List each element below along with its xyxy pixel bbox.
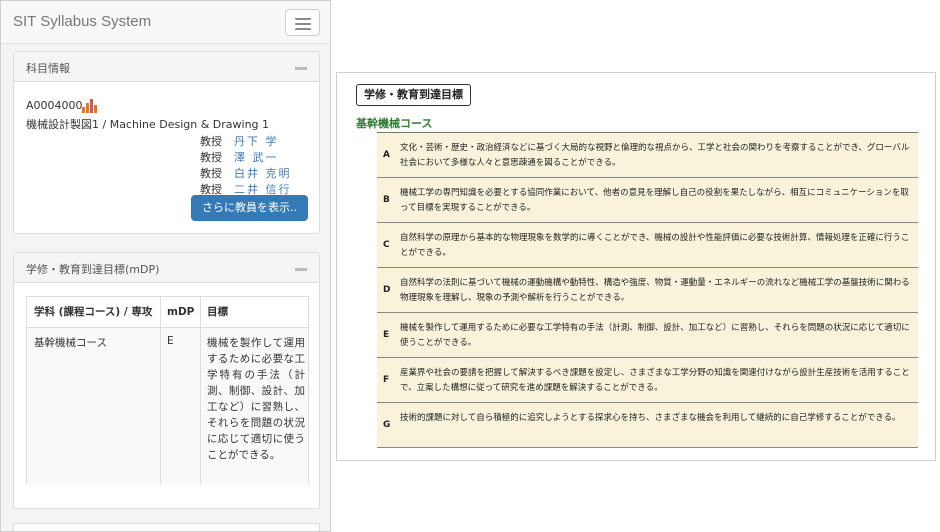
- goal-text: 自然科学の法則に基づいて機械の運動機構や動特性、構造や強度、物質・運動量・エネル…: [400, 278, 910, 303]
- cell-goal: 機械を製作して運用するために必要な工学特有の手法（計測、制御、設計、加工など）に…: [207, 337, 305, 461]
- goal-list-table: A 文化・芸術・歴史・政治経済などに基づく大局的な視野と倫理的な視点から、工学と…: [377, 132, 918, 448]
- course-info-panel: 科目情報 A0004000 機械設計製図1 / Machine Design &…: [13, 51, 320, 234]
- table-divider: [160, 297, 161, 485]
- goal-row: D 自然科学の法則に基づいて機械の運動機構や動特性、構造や強度、物質・運動量・エ…: [377, 268, 918, 313]
- panel-title: 科目情報: [26, 62, 70, 75]
- goal-row: E 機械を製作して運用するために必要な工学特有の手法（計測、制御、設計、加工など…: [377, 313, 918, 358]
- instructor-rank: 教授: [200, 151, 222, 164]
- collapse-icon[interactable]: [295, 268, 307, 271]
- panel-header[interactable]: 学修・教育到達目標(mDP): [14, 253, 319, 283]
- goal-row: C 自然科学の原理から基本的な物理現象を数学的に導くことができ、機械の設計や性能…: [377, 223, 918, 268]
- brand-title[interactable]: SIT Syllabus System: [13, 13, 151, 30]
- instructor-row: 教授澤 武一: [200, 149, 279, 165]
- instructor-name-link[interactable]: 白井 克明: [234, 167, 292, 180]
- menu-bar-icon: [295, 28, 311, 30]
- table-divider: [27, 327, 308, 328]
- show-more-instructors-button[interactable]: さらに教員を表示..: [191, 195, 308, 221]
- goal-row: F 産業界や社会の要請を把握して解決するべき課題を設定し、さまざまな工学分野の知…: [377, 358, 918, 403]
- goal-letter: D: [383, 285, 391, 295]
- mobile-syllabus-view: SIT Syllabus System 科目情報 A0004000 機械設計製図…: [0, 0, 331, 532]
- goal-text: 文化・芸術・歴史・政治経済などに基づく大局的な視野と倫理的な視点から、工学と社会…: [400, 143, 910, 168]
- column-header-mdp: mDP: [167, 306, 195, 318]
- next-panel-stub: [13, 523, 320, 531]
- menu-bar-icon: [295, 18, 311, 20]
- goal-text: 機械を製作して運用するために必要な工学特有の手法（計測、制御、設計、加工など）に…: [400, 323, 910, 348]
- hamburger-menu-button[interactable]: [285, 9, 320, 36]
- goal-letter: F: [383, 375, 390, 385]
- goals-table: 学科 (課程コース) / 専攻 mDP 目標 基幹機械コース E 機械を製作して…: [26, 296, 309, 485]
- instructor-row: 教授 丹下 学: [200, 133, 279, 149]
- table-divider: [200, 297, 201, 485]
- goal-letter: B: [383, 195, 390, 205]
- column-header-goal: 目標: [207, 306, 228, 318]
- cell-mdp: E: [167, 335, 174, 347]
- goal-letter: G: [383, 420, 391, 430]
- panel-title: 学修・教育到達目標(mDP): [26, 263, 160, 276]
- learning-goals-document: 学修・教育到達目標 基幹機械コース A 文化・芸術・歴史・政治経済などに基づく大…: [336, 72, 936, 461]
- instructor-name-link[interactable]: 澤 武一: [234, 151, 279, 164]
- goal-text: 機械工学の専門知識を必要とする協同作業において、他者の意見を理解し自己の役割を果…: [400, 188, 909, 213]
- instructor-rank: 教授: [200, 135, 222, 148]
- bar-chart-icon[interactable]: [82, 97, 98, 113]
- cell-course: 基幹機械コース: [34, 337, 107, 349]
- goal-row: G 技術的課題に対して自ら積極的に追究しようとする探求心を持ち、さまざまな機会を…: [377, 403, 918, 448]
- instructor-name-link[interactable]: 丹下 学: [234, 135, 279, 148]
- goal-row: A 文化・芸術・歴史・政治経済などに基づく大局的な視野と倫理的な視点から、工学と…: [377, 133, 918, 178]
- goal-text: 産業界や社会の要請を把握して解決するべき課題を設定し、さまざまな工学分野の知識を…: [400, 368, 910, 393]
- instructor-row: 教授 白井 克明: [200, 165, 292, 181]
- instructor-rank: 教授: [200, 167, 222, 180]
- goal-text: 自然科学の原理から基本的な物理現象を数学的に導くことができ、機械の設計や性能評価…: [400, 233, 910, 258]
- navbar: SIT Syllabus System: [1, 1, 330, 44]
- goal-text: 技術的課題に対して自ら積極的に追究しようとする探求心を持ち、さまざまな機会を利用…: [400, 413, 901, 423]
- learning-goals-panel: 学修・教育到達目標(mDP) 学科 (課程コース) / 専攻 mDP 目標 基幹…: [13, 252, 320, 509]
- panel-header[interactable]: 科目情報: [14, 52, 319, 82]
- document-title: 学修・教育到達目標: [356, 84, 471, 106]
- goal-letter: A: [383, 150, 390, 160]
- course-name: 機械設計製図1 / Machine Design & Drawing 1: [26, 118, 270, 131]
- column-header-course: 学科 (課程コース) / 専攻: [34, 306, 153, 318]
- course-code: A0004000: [26, 99, 83, 112]
- document-subtitle: 基幹機械コース: [356, 117, 433, 130]
- goal-row: B 機械工学の専門知識を必要とする協同作業において、他者の意見を理解し自己の役割…: [377, 178, 918, 223]
- goal-letter: E: [383, 330, 390, 340]
- goal-letter: C: [383, 240, 390, 250]
- menu-bar-icon: [295, 23, 311, 25]
- collapse-icon[interactable]: [295, 67, 307, 70]
